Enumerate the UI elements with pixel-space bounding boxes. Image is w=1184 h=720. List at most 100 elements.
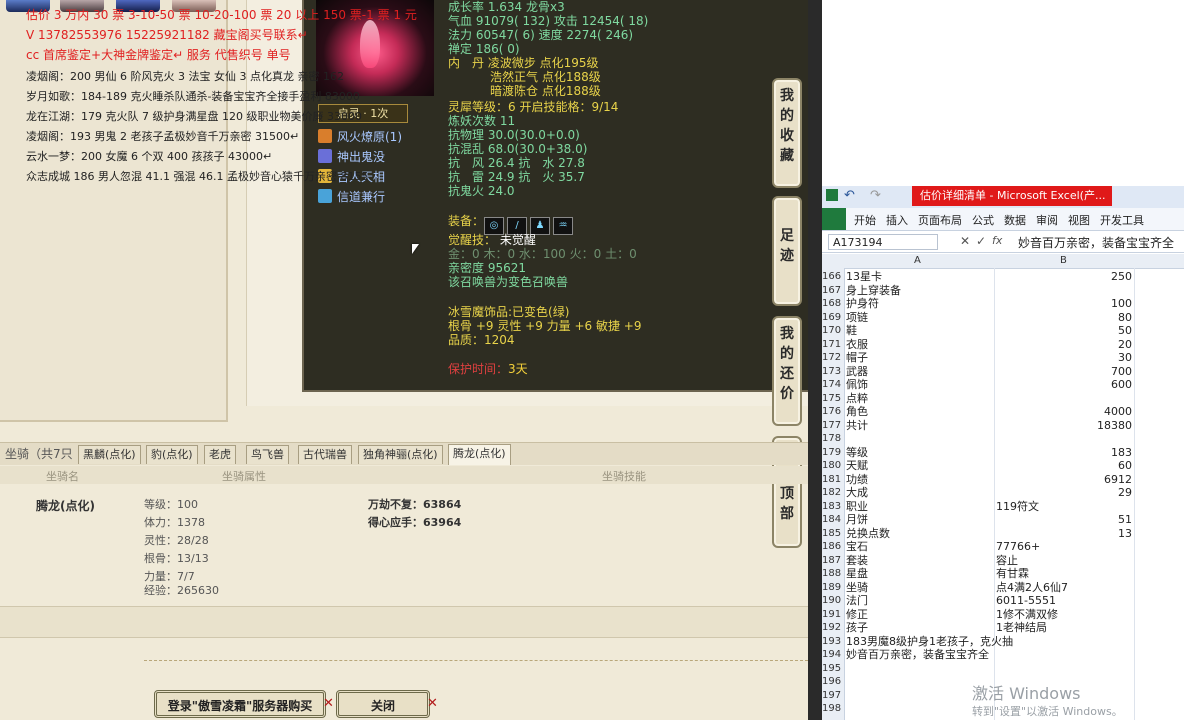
cell-b[interactable]: 20	[996, 338, 1132, 352]
ribbon-tab[interactable]: 插入	[886, 212, 908, 228]
cell-b[interactable]: 30	[996, 351, 1132, 365]
cell-b[interactable]: 100	[996, 297, 1132, 311]
cell-a[interactable]: 妙音百万亲密，装备宝宝齐全	[846, 648, 989, 662]
row-number[interactable]: 169	[822, 311, 844, 325]
column-header-b[interactable]: B	[1060, 255, 1067, 266]
row-number[interactable]: 174	[822, 378, 844, 392]
row-number[interactable]: 179	[822, 446, 844, 460]
row-number[interactable]: 173	[822, 365, 844, 379]
ribbon-tab[interactable]: 页面布局	[918, 212, 962, 228]
cell-a[interactable]: 武器	[846, 365, 868, 379]
equip-slot-icon[interactable]: ♒	[553, 217, 574, 235]
column-header-a[interactable]: A	[914, 255, 921, 266]
ribbon-tab[interactable]: 审阅	[1036, 212, 1058, 228]
cell-b[interactable]: 18380	[996, 419, 1132, 433]
row-number[interactable]: 198	[822, 702, 844, 716]
row-number[interactable]: 189	[822, 581, 844, 595]
window-splitter[interactable]	[808, 0, 822, 720]
row-number[interactable]: 170	[822, 324, 844, 338]
cancel-icon[interactable]: ✕	[960, 234, 970, 248]
row-number[interactable]: 178	[822, 432, 844, 446]
cell-a[interactable]: 星盘	[846, 567, 868, 581]
cell-a[interactable]: 兑换点数	[846, 527, 890, 541]
cell-b[interactable]: 1修不满双修	[996, 608, 1058, 622]
row-number[interactable]: 190	[822, 594, 844, 608]
cell-a[interactable]: 身上穿装备	[846, 284, 901, 298]
cell-a[interactable]: 修正	[846, 608, 868, 622]
row-number[interactable]: 195	[822, 662, 844, 676]
ribbon-tab[interactable]: 视图	[1068, 212, 1090, 228]
cell-b[interactable]: 119符文	[996, 500, 1039, 514]
function-icon[interactable]: fx	[992, 234, 1002, 247]
cell-a[interactable]: 13星卡	[846, 270, 882, 284]
cell-b[interactable]: 700	[996, 365, 1132, 379]
row-number[interactable]: 192	[822, 621, 844, 635]
ribbon-tab[interactable]: 公式	[972, 212, 994, 228]
skill-item[interactable]: 风火燎原(1)	[318, 128, 402, 145]
row-number[interactable]: 186	[822, 540, 844, 554]
row-number[interactable]: 185	[822, 527, 844, 541]
ribbon-tab[interactable]: 开发工具	[1100, 212, 1144, 228]
row-number[interactable]: 197	[822, 689, 844, 703]
tab-mount[interactable]: 古代瑞兽	[298, 445, 352, 464]
cell-b[interactable]: 4000	[996, 405, 1132, 419]
row-number[interactable]: 172	[822, 351, 844, 365]
my-bargain-button[interactable]: 我的还价	[772, 316, 802, 426]
cell-a[interactable]: 佩饰	[846, 378, 868, 392]
tab-mount[interactable]: 豹(点化)	[146, 445, 198, 464]
row-number[interactable]: 191	[822, 608, 844, 622]
row-number[interactable]: 176	[822, 405, 844, 419]
cell-b[interactable]: 250	[996, 270, 1132, 284]
ribbon-tab[interactable]: 开始	[854, 212, 876, 228]
cell-a[interactable]: 等级	[846, 446, 868, 460]
cell-b[interactable]: 6912	[996, 473, 1132, 487]
undo-icon[interactable]: ↶	[844, 188, 855, 203]
cell-b[interactable]: 点4满2人6仙7	[996, 581, 1068, 595]
login-buy-button[interactable]: 登录"傲雪凌霜"服务器购买	[154, 690, 326, 718]
cell-a[interactable]: 法门	[846, 594, 868, 608]
row-number[interactable]: 193	[822, 635, 844, 649]
cell-b[interactable]: 60	[996, 459, 1132, 473]
row-number[interactable]: 166	[822, 270, 844, 284]
cell-b[interactable]: 50	[996, 324, 1132, 338]
cell-b[interactable]: 51	[996, 513, 1132, 527]
cell-a[interactable]: 天赋	[846, 459, 868, 473]
cell-b[interactable]: 29	[996, 486, 1132, 500]
ribbon-tab[interactable]: 数据	[1004, 212, 1026, 228]
cell-b[interactable]: 容止	[996, 554, 1018, 568]
cell-a[interactable]: 功绩	[846, 473, 868, 487]
cell-a[interactable]: 套装	[846, 554, 868, 568]
cell-a[interactable]: 角色	[846, 405, 868, 419]
cell-b[interactable]: 1老神结局	[996, 621, 1047, 635]
row-number[interactable]: 184	[822, 513, 844, 527]
footprint-button[interactable]: 足迹	[772, 196, 802, 306]
cell-a[interactable]: 共计	[846, 419, 868, 433]
confirm-icon[interactable]: ✓	[976, 234, 986, 248]
cell-a[interactable]: 点粹	[846, 392, 868, 406]
cell-b[interactable]: 77766+	[996, 540, 1040, 554]
row-number[interactable]: 188	[822, 567, 844, 581]
cell-b[interactable]: 6011-5551	[996, 594, 1056, 608]
row-number[interactable]: 168	[822, 297, 844, 311]
formula-input[interactable]: 妙音百万亲密，装备宝宝齐全	[1018, 234, 1174, 251]
row-number[interactable]: 187	[822, 554, 844, 568]
cell-a[interactable]: 衣服	[846, 338, 868, 352]
row-number[interactable]: 167	[822, 284, 844, 298]
tab-mount[interactable]: 独角神骊(点化)	[358, 445, 443, 464]
cell-b[interactable]: 600	[996, 378, 1132, 392]
row-number[interactable]: 194	[822, 648, 844, 662]
row-number[interactable]: 175	[822, 392, 844, 406]
my-favorites-button[interactable]: 我的收藏	[772, 78, 802, 188]
cell-a[interactable]: 宝石	[846, 540, 868, 554]
cell-b[interactable]: 80	[996, 311, 1132, 325]
cell-a[interactable]: 项链	[846, 311, 868, 325]
row-number[interactable]: 182	[822, 486, 844, 500]
name-box[interactable]: A173194	[828, 234, 938, 250]
file-menu-button[interactable]	[822, 208, 846, 230]
cell-a[interactable]: 月饼	[846, 513, 868, 527]
tab-mount-active[interactable]: 腾龙(点化)	[448, 444, 511, 465]
cell-a[interactable]: 帽子	[846, 351, 868, 365]
redo-icon[interactable]: ↷	[870, 188, 881, 203]
cell-a[interactable]: 鞋	[846, 324, 857, 338]
row-number[interactable]: 196	[822, 675, 844, 689]
